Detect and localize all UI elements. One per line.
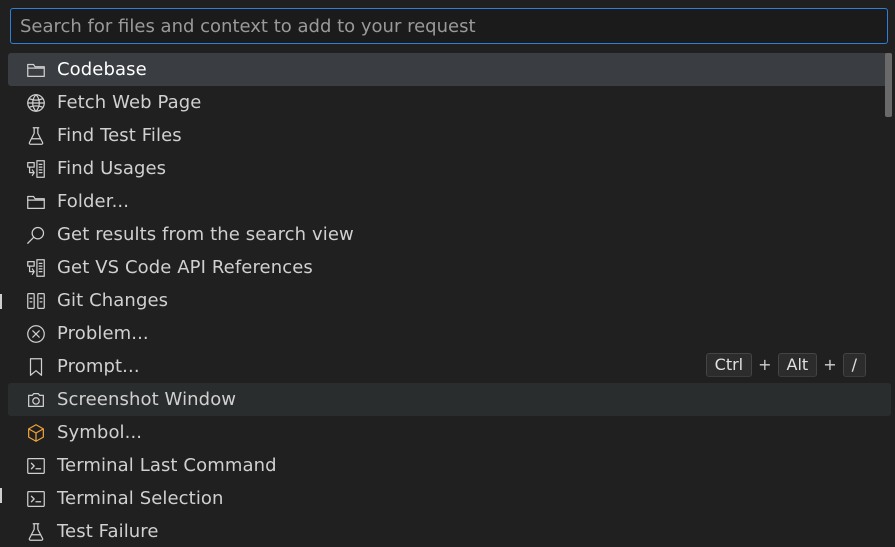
bookmark-icon <box>24 355 48 379</box>
list-item-label: Get results from the search view <box>57 224 354 245</box>
list-item-label: Prompt... <box>57 356 140 377</box>
list-item-test-failure[interactable]: Test Failure <box>8 515 891 547</box>
search-icon <box>24 223 48 247</box>
list-item-codebase[interactable]: Codebase <box>8 53 891 86</box>
context-picker: Codebase Fetch Web Page Find Test Files … <box>0 0 895 547</box>
error-circle-icon <box>24 322 48 346</box>
list-item-label: Problem... <box>57 323 149 344</box>
folder-icon <box>24 190 48 214</box>
list-item-label: Terminal Last Command <box>57 455 277 476</box>
symbol-cube-icon <box>24 421 48 445</box>
ctrl-key: Ctrl <box>705 353 753 377</box>
search-input[interactable] <box>11 9 887 43</box>
beaker-icon <box>24 520 48 544</box>
list-item-label: Git Changes <box>57 290 169 311</box>
slash-key: / <box>842 353 866 377</box>
diff-icon <box>24 289 48 313</box>
beaker-icon <box>24 124 48 148</box>
list-item-label: Find Test Files <box>57 125 182 146</box>
list-item-find-usages[interactable]: Find Usages <box>8 152 891 185</box>
globe-icon <box>24 91 48 115</box>
references-icon <box>24 157 48 181</box>
vertical-scrollbar[interactable] <box>885 53 892 117</box>
list-item-label: Test Failure <box>57 521 159 542</box>
folder-icon <box>24 58 48 82</box>
list-item-prompt[interactable]: Prompt... Ctrl + Alt + / <box>8 350 891 383</box>
list-item-screenshot-window[interactable]: Screenshot Window <box>8 383 891 416</box>
context-list: Codebase Fetch Web Page Find Test Files … <box>8 53 891 547</box>
terminal-icon <box>24 454 48 478</box>
list-item-terminal-last-command[interactable]: Terminal Last Command <box>8 449 891 482</box>
camera-icon <box>24 388 48 412</box>
list-item-label: Find Usages <box>57 158 167 179</box>
list-item-folder[interactable]: Folder... <box>8 185 891 218</box>
list-item-label: Codebase <box>57 59 147 80</box>
alt-key: Alt <box>777 353 818 377</box>
left-edge-marker <box>0 488 2 503</box>
keyboard-shortcut: Ctrl + Alt + / <box>705 353 866 377</box>
list-item-label: Get VS Code API References <box>57 257 313 278</box>
list-item-vscode-api-references[interactable]: Get VS Code API References <box>8 251 891 284</box>
list-item-symbol[interactable]: Symbol... <box>8 416 891 449</box>
shortcut-separator: + <box>823 355 837 374</box>
list-item-label: Screenshot Window <box>57 389 237 410</box>
list-item-find-test-files[interactable]: Find Test Files <box>8 119 891 152</box>
list-item-terminal-selection[interactable]: Terminal Selection <box>8 482 891 515</box>
list-item-fetch-web-page[interactable]: Fetch Web Page <box>8 86 891 119</box>
list-item-problem[interactable]: Problem... <box>8 317 891 350</box>
references-icon <box>24 256 48 280</box>
list-item-git-changes[interactable]: Git Changes <box>8 284 891 317</box>
search-box[interactable] <box>10 8 888 44</box>
list-item-get-results[interactable]: Get results from the search view <box>8 218 891 251</box>
shortcut-separator: + <box>758 355 772 374</box>
list-item-label: Folder... <box>57 191 130 212</box>
left-edge-marker <box>0 294 2 309</box>
list-item-label: Fetch Web Page <box>57 92 202 113</box>
terminal-icon <box>24 487 48 511</box>
list-item-label: Symbol... <box>57 422 143 443</box>
list-item-label: Terminal Selection <box>57 488 224 509</box>
